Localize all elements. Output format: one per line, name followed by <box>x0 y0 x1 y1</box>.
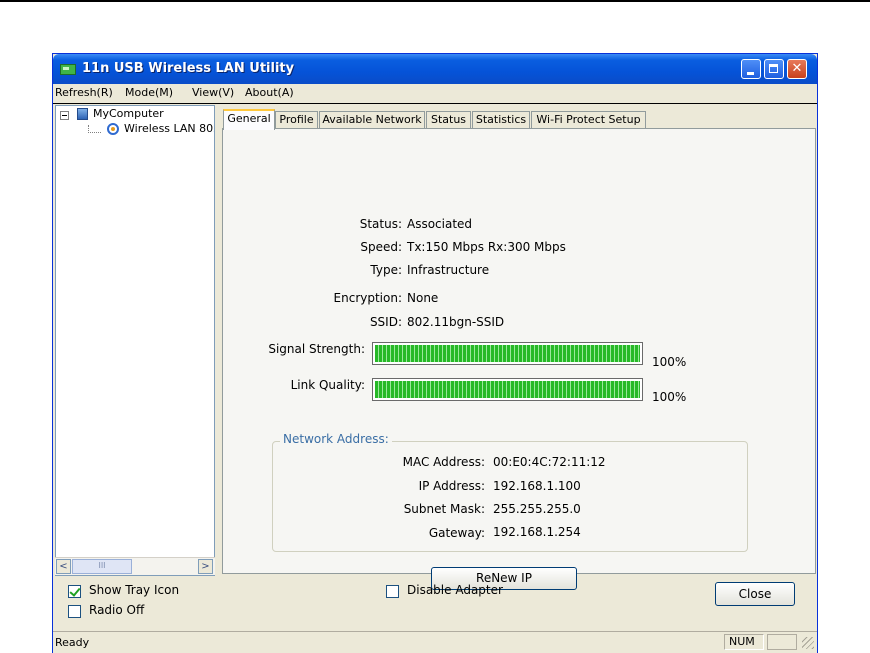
tree-item-wireless-lan[interactable]: Wireless LAN 802.11n <box>124 122 214 135</box>
scroll-left-icon[interactable]: < <box>56 559 71 574</box>
status-bar: Ready NUM <box>53 631 817 653</box>
mac-address-value: 00:E0:4C:72:11:12 <box>493 455 606 469</box>
disable-adapter-label: Disable Adapter <box>407 583 503 597</box>
computer-icon <box>77 108 88 120</box>
tree-horizontal-scrollbar[interactable]: < III > <box>55 557 215 575</box>
status-label: Status: <box>359 217 402 231</box>
device-tree[interactable]: MyComputer Wireless LAN 802.11n <box>55 105 215 576</box>
tree-item-mycomputer[interactable]: MyComputer <box>93 107 164 120</box>
speed-label: Speed: <box>360 240 402 254</box>
link-quality-percent: 100% <box>652 390 687 404</box>
title-bar[interactable]: 11n USB Wireless LAN Utility ✕ <box>53 54 817 84</box>
general-tab-panel: Status: Associated Speed: Tx:150 Mbps Rx… <box>222 128 816 590</box>
wireless-lan-icon <box>107 123 119 135</box>
menu-view[interactable]: View(V) <box>192 86 234 99</box>
signal-strength-fill <box>375 345 640 362</box>
scroll-right-icon[interactable]: > <box>198 559 213 574</box>
close-button[interactable]: Close <box>715 582 795 606</box>
link-quality-label: Link Quality: <box>290 378 365 392</box>
wireless-adapter-icon <box>60 64 76 75</box>
ip-address-label: IP Address: <box>418 479 485 493</box>
radio-off-label: Radio Off <box>89 603 145 617</box>
type-value: Infrastructure <box>407 263 490 277</box>
encryption-value: None <box>407 291 439 305</box>
tab-available-network[interactable]: Available Network <box>319 111 425 129</box>
utility-window: 11n USB Wireless LAN Utility ✕ Refresh(R… <box>52 53 818 653</box>
speed-value: Tx:150 Mbps Rx:300 Mbps <box>407 240 566 254</box>
resize-grip-icon[interactable] <box>802 637 814 649</box>
mac-address-label: MAC Address: <box>402 455 485 469</box>
ssid-label: SSID: <box>369 315 402 329</box>
type-label: Type: <box>370 263 402 277</box>
signal-strength-bar <box>372 342 643 365</box>
minimize-button[interactable] <box>741 59 761 79</box>
menu-about[interactable]: About(A) <box>245 86 294 99</box>
encryption-label: Encryption: <box>333 291 402 305</box>
maximize-button[interactable] <box>764 59 784 79</box>
tab-general[interactable]: General <box>223 109 275 130</box>
show-tray-icon-label: Show Tray Icon <box>89 583 180 597</box>
top-rule <box>0 0 870 2</box>
num-lock-indicator: NUM <box>724 634 764 650</box>
network-address-title: Network Address: <box>280 432 392 446</box>
subnet-mask-value: 255.255.255.0 <box>493 502 581 516</box>
status-text: Ready <box>55 636 90 649</box>
signal-strength-label: Signal Strength: <box>268 342 365 356</box>
subnet-mask-label: Subnet Mask: <box>403 502 485 516</box>
menu-mode[interactable]: Mode(M) <box>125 86 173 99</box>
menu-bar: Refresh(R) Mode(M) View(V) About(A) <box>53 84 817 104</box>
ip-address-value: 192.168.1.100 <box>493 479 581 493</box>
link-quality-fill <box>375 381 640 398</box>
window-title: 11n USB Wireless LAN Utility <box>82 61 295 76</box>
tab-profile[interactable]: Profile <box>275 111 318 129</box>
show-tray-icon-checkbox[interactable] <box>68 585 81 598</box>
status-value: Associated <box>407 217 473 231</box>
collapse-icon[interactable] <box>60 111 69 120</box>
gateway-value: 192.168.1.254 <box>493 525 581 539</box>
scroll-thumb[interactable]: III <box>72 559 132 574</box>
link-quality-bar <box>372 378 643 401</box>
radio-off-checkbox[interactable] <box>68 605 81 618</box>
tree-connector <box>88 125 101 133</box>
status-pane <box>767 634 797 650</box>
tab-status[interactable]: Status <box>426 111 471 129</box>
tab-statistics[interactable]: Statistics <box>472 111 530 129</box>
close-window-button[interactable]: ✕ <box>787 59 807 79</box>
menu-refresh[interactable]: Refresh(R) <box>55 86 113 99</box>
tab-wifi-protect-setup[interactable]: Wi-Fi Protect Setup <box>531 111 646 129</box>
disable-adapter-checkbox[interactable] <box>386 585 399 598</box>
gateway-label: Gateway: <box>428 526 485 540</box>
ssid-value: 802.11bgn-SSID <box>407 315 505 329</box>
signal-strength-percent: 100% <box>652 355 687 369</box>
